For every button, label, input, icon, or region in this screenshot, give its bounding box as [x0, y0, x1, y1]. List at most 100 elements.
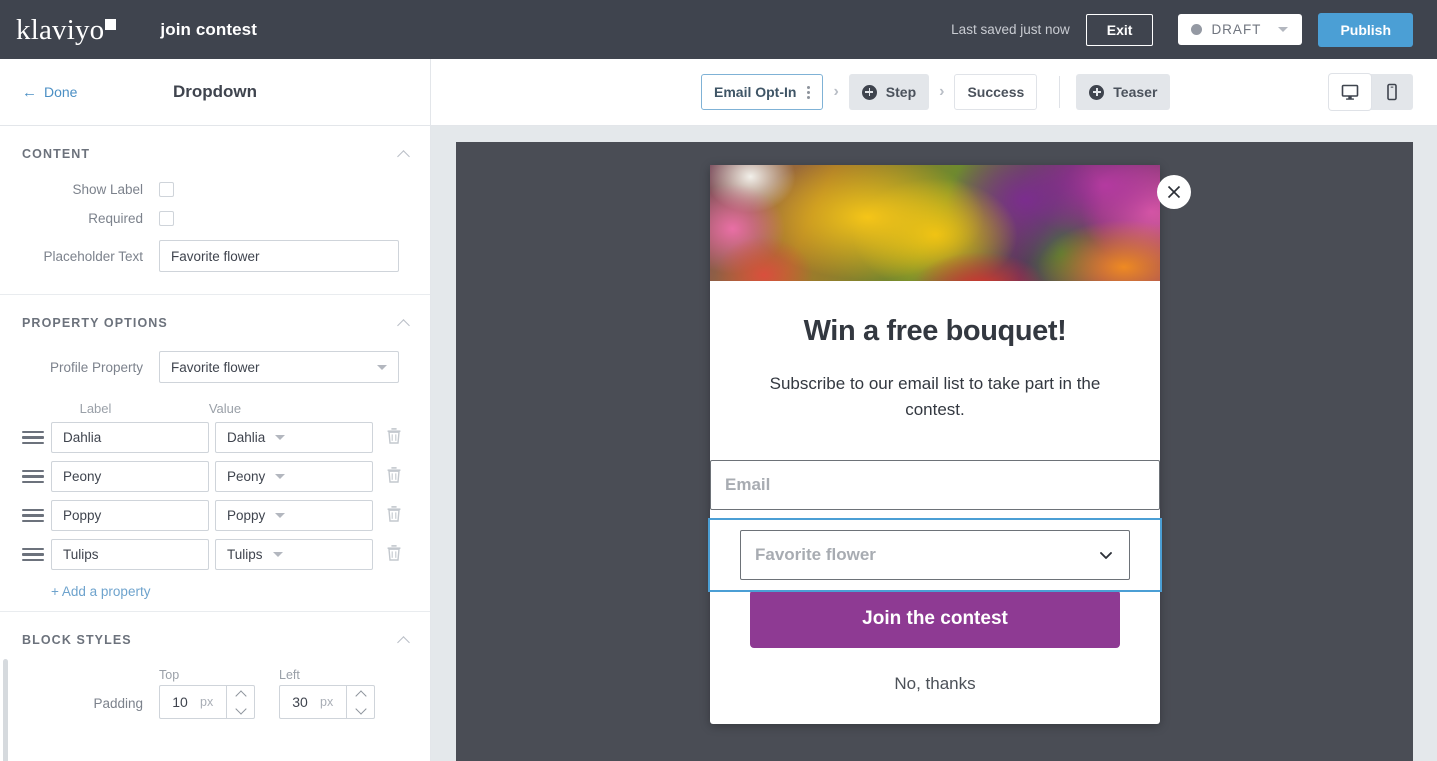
step-chip-email-opt-in[interactable]: Email Opt-In: [701, 74, 824, 110]
top-bar: klaviyo join contest Last saved just now…: [0, 0, 1437, 59]
placeholder-text-input[interactable]: [159, 240, 399, 272]
section-title: PROPERTY OPTIONS: [22, 316, 168, 330]
editor-canvas: Win a free bouquet! Subscribe to our ema…: [431, 126, 1437, 761]
breadcrumb-separator-1: ›: [833, 83, 839, 100]
desktop-view-button[interactable]: [1329, 74, 1371, 110]
option-value-select[interactable]: Tulips: [215, 539, 373, 570]
chevron-down-icon: [377, 364, 387, 370]
status-dropdown[interactable]: DRAFT: [1178, 14, 1303, 45]
chevron-up-icon[interactable]: [397, 635, 410, 649]
delete-row-button[interactable]: [385, 426, 403, 450]
option-label-input[interactable]: [51, 422, 209, 453]
show-label-checkbox[interactable]: [159, 182, 174, 197]
section-content-header[interactable]: CONTENT: [22, 126, 410, 182]
section-property-options: PROPERTY OPTIONS Profile Property Favori…: [0, 295, 430, 612]
drag-handle-icon[interactable]: [22, 508, 44, 523]
padding-left-input[interactable]: [280, 686, 320, 718]
trash-icon: [387, 544, 401, 561]
toolbar-divider: [1059, 76, 1061, 108]
option-value-select[interactable]: Peony: [215, 461, 373, 492]
required-checkbox[interactable]: [159, 211, 174, 226]
chevron-down-icon: [272, 552, 283, 557]
dropdown-placeholder: Favorite flower: [755, 544, 876, 564]
option-label-input[interactable]: [51, 539, 209, 570]
option-label-input[interactable]: [51, 500, 209, 531]
chevron-down-icon: [275, 513, 286, 518]
arrow-left-icon: ←: [22, 83, 37, 101]
kebab-menu-icon[interactable]: [807, 85, 811, 99]
option-value-text: Peony: [227, 469, 266, 484]
padding-top-arrows[interactable]: [226, 686, 254, 718]
options-rows: Dahlia Peony Poppy Tulips: [22, 422, 408, 570]
chevron-down-icon[interactable]: [354, 702, 367, 715]
drag-handle-icon[interactable]: [22, 547, 44, 562]
view-mode-toggle: [1329, 74, 1413, 110]
exit-button[interactable]: Exit: [1085, 13, 1154, 46]
padding-top-stepper[interactable]: px: [159, 685, 255, 719]
status-badge: DRAFT: [1211, 22, 1262, 37]
chevron-down-icon: [275, 474, 286, 479]
delete-row-button[interactable]: [385, 543, 403, 567]
klaviyo-logo[interactable]: klaviyo: [16, 13, 117, 46]
email-input[interactable]: Email: [710, 459, 1160, 510]
step-label: Step: [885, 84, 917, 100]
drag-handle-icon[interactable]: [22, 430, 44, 445]
top-bar-actions: Last saved just now Exit DRAFT Publish: [951, 12, 1413, 47]
steps-toolbar: Email Opt-In › Step › Success Teaser: [431, 59, 1437, 126]
step-label: Email Opt-In: [714, 84, 797, 100]
chevron-up-icon[interactable]: [397, 149, 410, 163]
add-property-button[interactable]: + Add a property: [51, 578, 150, 611]
table-row: Poppy: [22, 500, 408, 531]
modal-body: Win a free bouquet! Subscribe to our ema…: [708, 281, 1162, 724]
option-value-text: Tulips: [227, 547, 263, 562]
row-show-label: Show Label: [22, 182, 408, 197]
submit-button[interactable]: Join the contest: [750, 589, 1120, 648]
add-teaser-button[interactable]: Teaser: [1076, 74, 1171, 110]
section-property-options-header[interactable]: PROPERTY OPTIONS: [22, 295, 410, 351]
step-chip-success[interactable]: Success: [954, 74, 1038, 110]
padding-left-field: Left px: [279, 668, 375, 719]
chevron-up-icon[interactable]: [354, 689, 367, 702]
mobile-view-button[interactable]: [1371, 74, 1413, 110]
section-block-styles: BLOCK STYLES Padding Top px: [0, 612, 430, 719]
chevron-up-icon[interactable]: [234, 689, 247, 702]
panel-scrollbar[interactable]: [3, 659, 8, 761]
header-image[interactable]: [710, 165, 1160, 281]
close-button[interactable]: [1157, 175, 1191, 209]
option-value-text: Poppy: [227, 508, 266, 523]
row-padding: Padding Top px Left: [22, 668, 408, 719]
email-placeholder: Email: [725, 474, 771, 494]
publish-button[interactable]: Publish: [1318, 12, 1413, 47]
column-header-value: Value: [208, 401, 242, 416]
form-heading[interactable]: Win a free bouquet!: [750, 315, 1120, 348]
padding-top-input[interactable]: [160, 686, 200, 718]
option-value-select[interactable]: Dahlia: [215, 422, 373, 453]
chevron-down-icon[interactable]: [234, 702, 247, 715]
delete-row-button[interactable]: [385, 465, 403, 489]
dismiss-link[interactable]: No, thanks: [750, 674, 1120, 694]
section-block-styles-header[interactable]: BLOCK STYLES: [22, 612, 410, 668]
padding-left-arrows[interactable]: [346, 686, 374, 718]
drag-handle-icon[interactable]: [22, 469, 44, 484]
chevron-down-icon: [1278, 27, 1289, 32]
padding-label: Padding: [93, 696, 143, 711]
options-table-header: Label Value: [22, 401, 408, 416]
chevron-up-icon[interactable]: [397, 318, 410, 332]
form-subtitle[interactable]: Subscribe to our email list to take part…: [750, 371, 1120, 424]
option-label-input[interactable]: [51, 461, 209, 492]
delete-row-button[interactable]: [385, 504, 403, 528]
padding-left-stepper[interactable]: px: [279, 685, 375, 719]
trash-icon: [387, 505, 401, 522]
email-block[interactable]: Email: [710, 450, 1160, 520]
profile-property-select[interactable]: Favorite flower: [159, 351, 399, 383]
padding-top-caption: Top: [159, 668, 180, 682]
last-saved-status: Last saved just now: [951, 22, 1070, 37]
section-title: BLOCK STYLES: [22, 633, 132, 647]
add-step-button[interactable]: Step: [848, 74, 930, 110]
done-button[interactable]: ← Done: [22, 84, 77, 100]
dropdown-block[interactable]: Favorite flower: [708, 517, 1162, 592]
block-settings-panel: ← Done Dropdown CONTENT Show Label Requi…: [0, 59, 431, 761]
favorite-flower-dropdown[interactable]: Favorite flower: [740, 529, 1130, 580]
klaviyo-logo-text: klaviyo: [16, 13, 105, 46]
option-value-select[interactable]: Poppy: [215, 500, 373, 531]
